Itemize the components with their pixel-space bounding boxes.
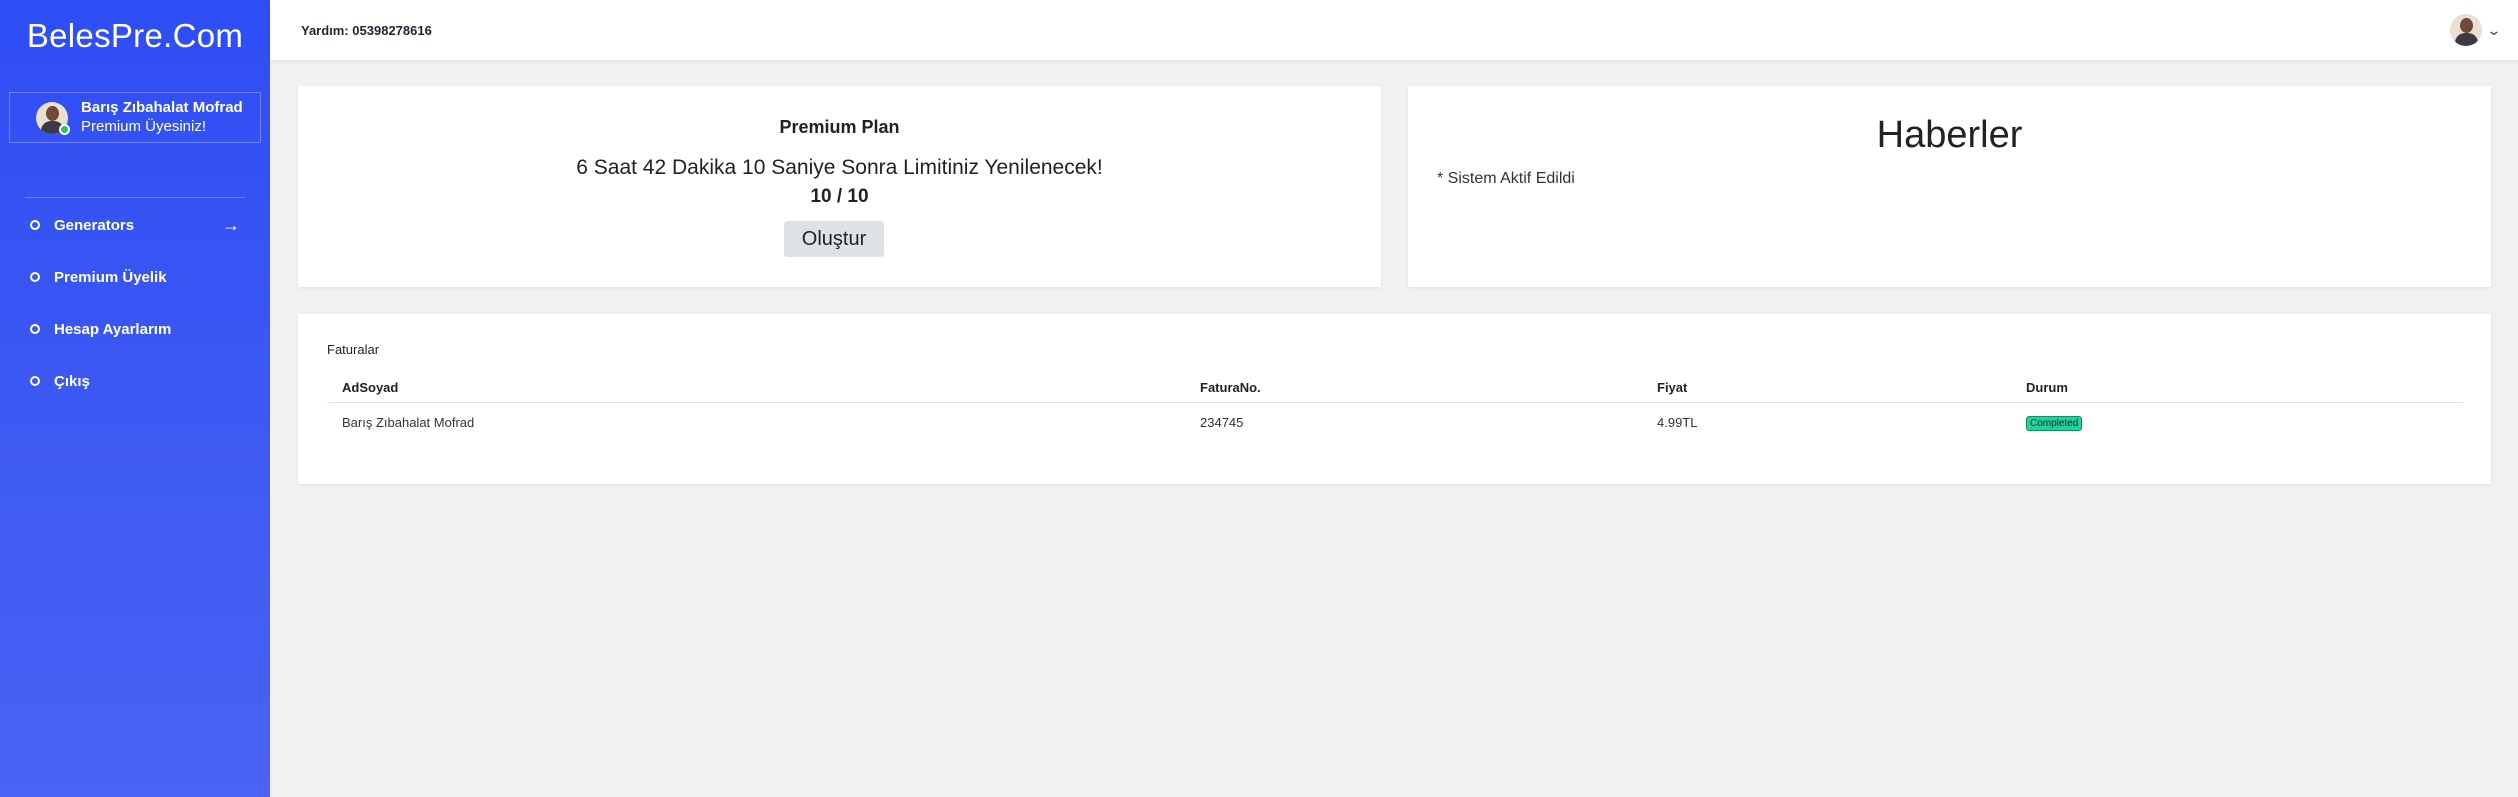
- table-header-row: AdSoyad FaturaNo. Fiyat Durum: [327, 374, 2463, 403]
- premium-plan-card: Premium Plan 6 Saat 42 Dakika 10 Saniye …: [298, 86, 1381, 287]
- cell-invoice-no: 234745: [1200, 414, 1244, 430]
- arrow-right-icon: →: [222, 215, 240, 235]
- circle-icon: [30, 376, 40, 386]
- nav-item-label: Premium Üyelik: [54, 268, 167, 286]
- status-badge: Completed: [2026, 415, 2083, 431]
- nav-item-label: Generators: [54, 216, 135, 234]
- cell-price: 4.99TL: [1657, 414, 1698, 430]
- cell-status: Completed: [2011, 402, 2463, 442]
- cell-name: Barış Zıbahalat Mofrad: [342, 414, 475, 430]
- nav-item-logout[interactable]: Çıkış: [30, 369, 240, 393]
- nav-item-label: Çıkış: [54, 372, 90, 390]
- sidebar: BelesPre.Com Barış Zıbahalat Mofrad Prem…: [0, 0, 270, 797]
- plan-title: Premium Plan: [779, 117, 900, 137]
- avatar: [36, 101, 70, 135]
- column-header-status: Durum: [2011, 374, 2463, 403]
- circle-icon: [30, 324, 40, 334]
- column-header-price: Fiyat: [1642, 374, 2011, 403]
- limit-renewal-message: 6 Saat 42 Dakika 10 Saniye Sonra Limitin…: [576, 156, 1103, 179]
- circle-icon: [30, 220, 40, 230]
- sidebar-divider: [25, 197, 245, 198]
- nav-item-generators[interactable]: Generators →: [30, 213, 240, 237]
- news-title: Haberler: [1876, 114, 2023, 156]
- invoices-title: Faturalar: [327, 342, 380, 357]
- nav-item-account-settings[interactable]: Hesap Ayarlarım: [30, 317, 240, 341]
- online-status-dot: [59, 123, 70, 135]
- create-button[interactable]: Oluştur: [784, 221, 884, 257]
- news-item: * Sistem Aktif Edildi: [1437, 170, 1575, 187]
- brand-logo[interactable]: BelesPre.Com: [0, 0, 270, 72]
- invoices-card: Faturalar AdSoyad FaturaNo. Fiyat Durum …: [298, 314, 2491, 484]
- nav-item-label: Hesap Ayarlarım: [54, 320, 172, 338]
- user-card: Barış Zıbahalat Mofrad Premium Üyesiniz!: [9, 92, 261, 143]
- user-menu[interactable]: ⌄: [2450, 14, 2502, 46]
- table-row: Barış Zıbahalat Mofrad 234745 4.99TL Com…: [327, 402, 2463, 442]
- top-bar: Yardım: 05398278616 ⌄: [270, 0, 2518, 60]
- user-role: Premium Üyesiniz!: [81, 118, 207, 135]
- user-name: Barış Zıbahalat Mofrad: [81, 99, 243, 116]
- news-card: Haberler * Sistem Aktif Edildi: [1408, 86, 2491, 287]
- circle-icon: [30, 272, 40, 282]
- usage-count: 10 / 10: [810, 186, 869, 207]
- column-header-name: AdSoyad: [327, 374, 1185, 403]
- chevron-down-icon: ⌄: [2486, 21, 2502, 38]
- help-phone: Yardım: 05398278616: [301, 22, 432, 38]
- invoices-table: AdSoyad FaturaNo. Fiyat Durum Barış Zıba…: [327, 374, 2463, 442]
- column-header-invoice-no: FaturaNo.: [1185, 374, 1642, 403]
- nav-item-premium[interactable]: Premium Üyelik: [30, 265, 240, 289]
- avatar: [2450, 14, 2483, 46]
